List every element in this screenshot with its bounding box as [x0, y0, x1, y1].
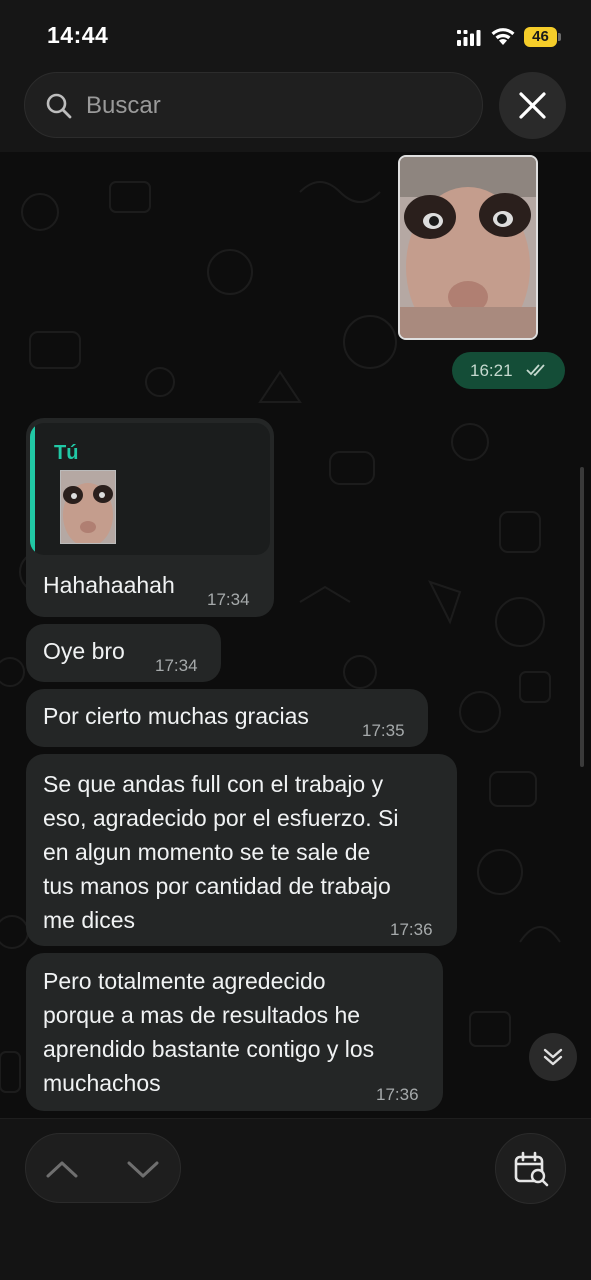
received-message[interactable]: Por cierto muchas gracias 17:35 [26, 689, 428, 747]
message-text: Oye bro [43, 638, 125, 664]
quote-accent-bar [30, 423, 35, 555]
bottom-bar [0, 1118, 591, 1280]
search-icon [46, 93, 72, 119]
message-time: 17:34 [155, 656, 198, 675]
search-by-date-button[interactable] [495, 1133, 566, 1204]
battery-level: 46 [532, 28, 549, 45]
quoted-sender: Tú [54, 442, 79, 464]
message-text-line: me dices [43, 907, 136, 933]
wifi-icon [491, 28, 515, 45]
message-text-line: Se que andas full con el trabajo y [43, 771, 384, 797]
chevron-up-icon[interactable] [46, 1154, 78, 1184]
received-reply-message[interactable]: Tú Hahahaahah 17:34 [26, 418, 274, 617]
received-message[interactable]: Pero totalmente agredecido porque a mas … [26, 953, 443, 1111]
search-input[interactable]: Buscar [24, 72, 483, 138]
message-text-line: eso, agradecido por el esfuerzo. Si [43, 805, 399, 831]
message-time: 17:35 [362, 721, 405, 740]
sent-image-message[interactable] [398, 155, 538, 340]
message-time: 17:36 [376, 1085, 419, 1104]
message-text-line: Pero totalmente agredecido [43, 968, 326, 994]
message-text-line: en algun momento se te sale de [43, 839, 371, 865]
sent-message-time: 16:21 [452, 352, 565, 389]
chat-scrollbar[interactable] [580, 467, 584, 767]
close-search-button[interactable] [499, 72, 566, 139]
top-bar: 14:44 46 Buscar [0, 0, 591, 152]
received-message[interactable]: Se que andas full con el trabajo y eso, … [26, 754, 457, 946]
photo-image [400, 157, 536, 338]
cellular-signal-icon [457, 30, 481, 46]
chat-area[interactable]: 16:21 Tú Hahahaahah 17:34 Oye bro 17:34 … [0, 152, 591, 1118]
message-time: 16:21 [470, 361, 513, 380]
double-check-icon [526, 364, 545, 377]
chevron-down-icon[interactable] [127, 1154, 159, 1184]
status-bar: 14:44 46 [0, 0, 591, 70]
received-message[interactable]: Oye bro 17:34 [26, 624, 221, 682]
message-text-line: tus manos por cantidad de trabajo [43, 873, 391, 899]
close-icon [519, 92, 546, 119]
search-placeholder: Buscar [86, 92, 161, 119]
message-text-line: aprendido bastante contigo y los [43, 1036, 375, 1062]
quoted-image-thumbnail [60, 470, 116, 544]
search-result-navigator [25, 1133, 181, 1203]
message-text-line: porque a mas de resultados he [43, 1002, 361, 1028]
status-time: 14:44 [47, 22, 109, 48]
message-text: Por cierto muchas gracias [43, 703, 309, 729]
double-chevron-down-icon [543, 1048, 563, 1066]
message-time: 17:36 [390, 920, 433, 939]
battery-icon: 46 [524, 27, 562, 47]
message-time: 17:34 [207, 590, 250, 609]
calendar-search-icon [514, 1151, 549, 1187]
message-text: Hahahaahah [43, 572, 175, 598]
message-text-line: muchachos [43, 1070, 161, 1096]
quoted-message[interactable]: Tú [30, 423, 270, 555]
scroll-to-bottom-button[interactable] [529, 1033, 577, 1081]
